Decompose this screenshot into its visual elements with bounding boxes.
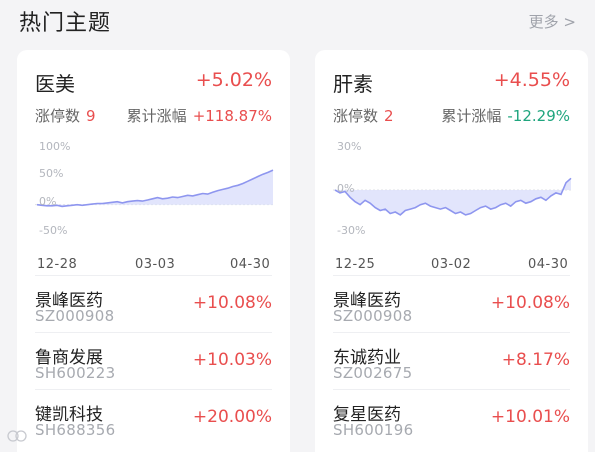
stock-change: +10.01% — [490, 407, 570, 427]
header: 热门主题 更多 > — [0, 0, 595, 46]
x-tick-label: 03-02 — [431, 257, 472, 272]
x-tick-label: 04-30 — [230, 257, 271, 272]
stock-change: +10.08% — [490, 293, 570, 313]
y-axis-label: -30% — [337, 224, 366, 237]
y-axis-label: -50% — [39, 224, 68, 237]
limit-up-label: 涨停数 — [333, 107, 379, 125]
watermark-logo — [6, 429, 28, 446]
stock-code: SH600223 — [35, 364, 116, 382]
divider — [333, 332, 570, 333]
stock-code: SZ000908 — [333, 307, 413, 325]
divider — [333, 275, 570, 276]
stock-code: SH688356 — [35, 421, 116, 439]
stock-code: SZ002675 — [333, 364, 413, 382]
cumulative-value: +118.87% — [192, 107, 272, 125]
divider — [333, 389, 570, 390]
series-area — [335, 178, 571, 215]
section-title: 热门主题 — [19, 11, 112, 36]
theme-change: +5.02% — [195, 69, 272, 91]
cumulative-label: 累计涨幅 — [126, 107, 187, 125]
limit-up-count: 9 — [86, 107, 96, 125]
theme-card-right[interactable]: 肝素 +4.55% 涨停数 2 累计涨幅 -12.29% 30% 0% -30% 1… — [315, 50, 588, 452]
x-tick-label: 12-25 — [335, 257, 376, 272]
more-link[interactable]: 更多 > — [529, 11, 576, 32]
stock-code: SZ000908 — [35, 307, 115, 325]
theme-stats: 涨停数 2 累计涨幅 -12.29% — [333, 105, 570, 126]
theme-name: 肝素 — [333, 72, 373, 96]
divider — [35, 389, 272, 390]
y-axis-label: 0% — [337, 182, 355, 195]
divider — [35, 332, 272, 333]
stock-change: +10.08% — [192, 293, 272, 313]
theme-name: 医美 — [35, 72, 75, 96]
trend-chart-svg — [35, 169, 275, 208]
stock-change: +10.03% — [192, 350, 272, 370]
stock-change: +20.00% — [192, 407, 272, 427]
stock-code: SH600196 — [333, 421, 414, 439]
theme-stats: 涨停数 9 累计涨幅 +118.87% — [35, 105, 272, 126]
series-area — [37, 170, 273, 207]
stock-change: +8.17% — [501, 350, 570, 370]
x-tick-label: 12-28 — [37, 257, 78, 272]
y-axis-label: 100% — [39, 140, 71, 153]
theme-card-left[interactable]: 医美 +5.02% 涨停数 9 累计涨幅 +118.87% 100% 50% 0% … — [17, 50, 290, 452]
trend-chart: 30% 0% -30% 12-25 03-02 04-30 — [333, 138, 573, 272]
cumulative-value: -12.29% — [507, 107, 570, 125]
limit-up-count: 2 — [384, 107, 394, 125]
theme-change: +4.55% — [493, 69, 570, 91]
trend-chart-svg — [333, 177, 573, 216]
x-tick-label: 03-03 — [135, 257, 176, 272]
y-axis-label: 0% — [39, 195, 57, 208]
watermark-icon — [7, 430, 27, 442]
y-axis-label: 30% — [337, 140, 362, 153]
cumulative-label: 累计涨幅 — [441, 107, 502, 125]
y-axis-label: 50% — [39, 167, 64, 180]
trend-chart: 100% 50% 0% -50% 12-28 03-03 04-30 — [35, 138, 275, 272]
divider — [35, 275, 272, 276]
limit-up-label: 涨停数 — [35, 107, 81, 125]
x-tick-label: 04-30 — [528, 257, 569, 272]
